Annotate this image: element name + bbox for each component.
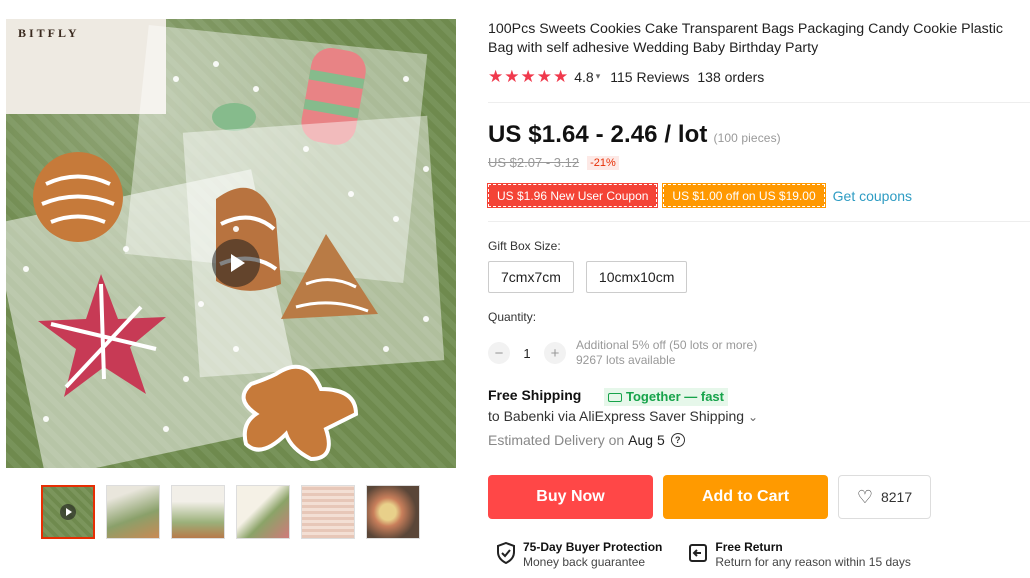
quantity-label: Quantity:	[488, 310, 537, 324]
truck-icon	[608, 392, 622, 402]
buyer-guarantees: 75-Day Buyer Protection Money back guara…	[496, 540, 937, 570]
chevron-down-icon[interactable]: ⌄	[748, 410, 758, 424]
store-coupon[interactable]: US $1.00 off on US $19.00	[662, 183, 826, 208]
buyer-protection[interactable]: 75-Day Buyer Protection Money back guara…	[496, 540, 662, 570]
discount-badge: -21%	[587, 155, 619, 170]
rating-stars: ★ ★ ★ ★ ★	[488, 68, 568, 85]
reviews-link[interactable]: 115 Reviews	[610, 69, 689, 85]
divider	[488, 102, 1030, 103]
orders-count: 138 orders	[697, 68, 765, 85]
buyer-protection-subtitle: Money back guarantee	[523, 555, 646, 569]
estimated-delivery-date: Aug 5	[628, 432, 665, 448]
product-title: 100Pcs Sweets Cookies Cake Transparent B…	[488, 21, 1003, 56]
free-return-subtitle: Return for any reason within 15 days	[715, 555, 911, 569]
shipping-title: Free Shipping	[488, 387, 582, 403]
thumbnail-2[interactable]	[106, 485, 160, 539]
product-main-image[interactable]: BITFLY	[6, 19, 456, 468]
heart-icon: ♡	[856, 486, 873, 507]
buyer-protection-title: 75-Day Buyer Protection	[523, 540, 663, 554]
rating-row: ★ ★ ★ ★ ★ 4.8 ▾ 115 Reviews 138 orders	[488, 68, 764, 85]
quantity-increase-button[interactable]: +	[544, 342, 566, 364]
stock-available: 9267 lots available	[576, 353, 676, 367]
wishlist-button[interactable]: ♡ 8217	[838, 475, 931, 519]
price-original: US $2.07 - 3.12	[488, 155, 580, 170]
free-return[interactable]: Free Return Return for any reason within…	[688, 540, 911, 570]
shield-check-icon	[497, 542, 515, 564]
rating-value[interactable]: 4.8	[574, 69, 593, 85]
brand-logo: BITFLY	[18, 26, 80, 40]
star-icon: ★	[520, 67, 536, 86]
quantity-note: Additional 5% off (50 lots or more) 9267…	[576, 338, 757, 368]
add-to-cart-button[interactable]: Add to Cart	[663, 475, 828, 519]
chevron-down-icon[interactable]: ▾	[596, 71, 601, 82]
thumbnail-6[interactable]	[366, 485, 420, 539]
sku-label: Gift Box Size:	[488, 239, 561, 253]
shipping-method-label: to Babenki via AliExpress Saver Shipping	[488, 408, 745, 424]
thumbnail-4[interactable]	[236, 485, 290, 539]
quantity-decrease-button[interactable]: −	[488, 342, 510, 364]
play-icon	[231, 254, 245, 272]
wishlist-count: 8217	[880, 489, 913, 505]
help-icon[interactable]: ?	[670, 433, 685, 447]
divider	[488, 221, 1030, 222]
sku-option-7x7[interactable]: 7cmx7cm	[488, 261, 574, 293]
free-return-title: Free Return	[715, 540, 783, 554]
new-user-coupon[interactable]: US $1.96 New User Coupon	[486, 183, 659, 208]
action-buttons: Buy Now Add to Cart ♡ 8217	[488, 475, 931, 519]
sku-option-10x10[interactable]: 10cmx10cm	[585, 261, 688, 293]
price-original-row: US $2.07 - 3.12 -21%	[488, 155, 619, 170]
star-icon: ★	[504, 67, 520, 86]
price-current: US $1.64 - 2.46 / lot (100 pieces)	[488, 121, 781, 149]
star-icon: ★	[536, 67, 552, 86]
sku-options: 7cmx7cm 10cmx10cm	[488, 261, 688, 293]
price-unit-note: (100 pieces)	[713, 131, 781, 145]
estimated-delivery: Estimated Delivery on Aug 5 ?	[488, 432, 685, 448]
price-current-value: US $1.64 - 2.46 / lot	[488, 121, 708, 148]
star-icon: ★	[553, 67, 569, 86]
return-icon	[689, 544, 708, 562]
thumbnail-3[interactable]	[171, 485, 225, 539]
get-coupons-link[interactable]: Get coupons	[833, 188, 912, 204]
quantity-stepper: − 1 + Additional 5% off (50 lots or more…	[488, 338, 757, 368]
quantity-input[interactable]: 1	[510, 346, 544, 361]
buy-now-button[interactable]: Buy Now	[488, 475, 653, 519]
shipping-method[interactable]: to Babenki via AliExpress Saver Shipping…	[488, 408, 758, 424]
thumbnail-5[interactable]	[301, 485, 355, 539]
thumbnail-1[interactable]	[41, 485, 95, 539]
thumbnail-strip	[41, 485, 420, 539]
together-fast-badge: Together — fast	[604, 388, 728, 406]
video-play-button[interactable]	[212, 239, 260, 287]
together-fast-label: Together — fast	[626, 389, 724, 404]
star-icon: ★	[488, 67, 504, 86]
bulk-discount-note: Additional 5% off (50 lots or more)	[576, 338, 758, 352]
play-icon	[60, 504, 76, 520]
coupon-row: US $1.96 New User Coupon US $1.00 off on…	[486, 183, 912, 208]
estimated-delivery-label: Estimated Delivery on	[488, 432, 625, 448]
